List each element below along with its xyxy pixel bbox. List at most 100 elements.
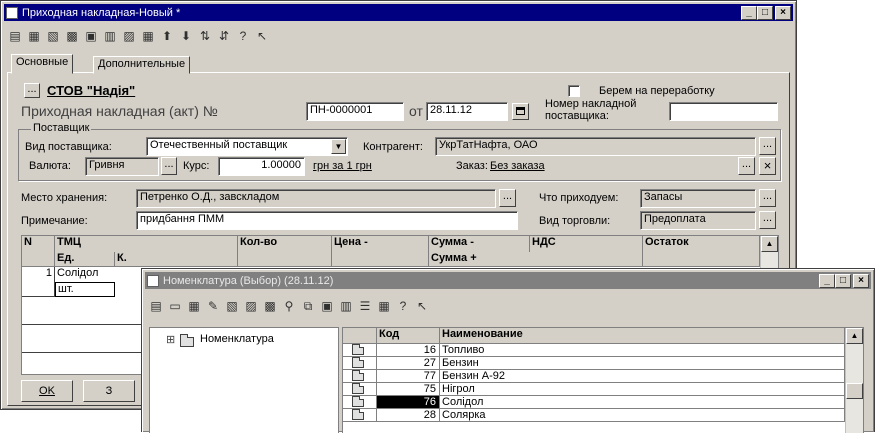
trade-field[interactable]: Предоплата [640,211,756,230]
list-item[interactable]: 16 Топливо [343,344,845,357]
col-price-header[interactable]: Цена - [332,236,429,267]
hierarchy-icon[interactable]: ▥ [338,298,354,314]
move-item-icon[interactable]: ▩ [262,298,278,314]
list-icon[interactable]: ▦ [376,298,392,314]
nomen-minimize-button[interactable]: _ [819,273,835,288]
nomen-scroll-up-icon[interactable]: ▲ [846,328,863,344]
col-sum-plus-header[interactable]: Сумма + [429,252,643,267]
minimize-button[interactable]: _ [741,5,757,20]
new-item-icon[interactable]: ▤ [148,298,164,314]
col-tmc-header[interactable]: ТМЦ [55,236,238,252]
copy-icon[interactable]: ⧉ [300,298,316,314]
list-item[interactable]: 75 Нігрол [343,383,845,396]
rate-unit-link[interactable]: грн за 1 грн [313,160,372,172]
currency-select-button[interactable]: ... [161,157,177,175]
code-col-header[interactable]: Код [377,328,440,344]
new-group-icon[interactable]: ▭ [167,298,183,314]
row-1-n[interactable]: 1 [22,267,55,297]
trade-select-button[interactable]: ... [759,211,776,229]
nomenclature-list[interactable]: Код Наименование ▲ 16 Топливо 27 Бензин 77 Бе… [342,327,864,433]
list-item[interactable]: 28 Солярка [343,409,845,422]
col-qty-header[interactable]: Кол-во [238,236,332,267]
nomenclature-tree[interactable]: ⊞ Номенклатура [149,327,339,433]
incoming-select-button[interactable]: ... [759,189,776,207]
contractor-select-button[interactable]: ... [759,137,776,155]
scroll-up-icon[interactable]: ▲ [761,236,778,252]
col-vat-header[interactable]: НДС [530,236,643,252]
currency-field[interactable]: Гривня [85,157,159,176]
sort-asc-icon[interactable]: ⇅ [197,28,213,44]
nomen-context-help-icon[interactable]: ↖ [414,298,430,314]
rate-field[interactable]: 1.00000 [218,157,305,176]
print-icon[interactable]: ▣ [319,298,335,314]
tab-main[interactable]: Основные [11,54,74,74]
nomenclature-titlebar[interactable]: Номенклатура (Выбор) (28.11.12) _ □ × [145,272,871,289]
order-clear-button[interactable]: × [759,157,776,175]
nomen-maximize-button[interactable]: □ [835,273,851,288]
nomen-scroll-thumb[interactable] [846,383,863,399]
supplier-type-select[interactable]: Отечественный поставщик ▼ [146,137,348,156]
row-copy-icon[interactable]: ▨ [121,28,137,44]
row-delete-icon[interactable]: ▦ [140,28,156,44]
doc-edit-icon[interactable]: ▧ [45,28,61,44]
supplier-invoice-field[interactable] [669,102,778,121]
nomen-scrollbar[interactable]: ▲ [845,328,863,433]
list-item[interactable]: 27 Бензин [343,357,845,370]
doc-new-icon[interactable]: ▤ [7,28,23,44]
list-item[interactable]: 77 Бензин А-92 [343,370,845,383]
date-field[interactable]: 28.11.12 [426,102,508,121]
list-item[interactable]: 76 Солідол [343,396,845,409]
doc-copy-icon[interactable]: ▦ [26,28,42,44]
copy-item-icon[interactable]: ▦ [186,298,202,314]
arrow-up-icon[interactable]: ⬆ [159,28,175,44]
nomen-help-icon[interactable]: ? [395,298,411,314]
close-button[interactable]: × [775,5,791,20]
col-n-header[interactable]: N [22,236,55,267]
order-select-button[interactable]: ... [738,157,755,175]
calendar-button[interactable] [512,103,529,120]
row-name: Топливо [440,344,845,357]
col-sum-minus-header[interactable]: Сумма - [429,236,530,252]
row-name: Бензин [440,357,845,370]
storage-select-button[interactable]: ... [499,189,516,207]
nomen-close-button[interactable]: × [853,273,869,288]
col-rest-header[interactable]: Остаток [643,236,760,267]
org-select-button[interactable]: ... [24,83,40,98]
rework-checkbox[interactable] [568,85,580,97]
doc-number-field[interactable]: ПН-0000001 [306,102,404,121]
row-add-icon[interactable]: ▥ [102,28,118,44]
chevron-down-icon[interactable]: ▼ [331,139,346,154]
folder-icon [352,370,364,381]
maximize-button[interactable]: □ [757,5,773,20]
icon-col-header[interactable] [343,328,377,344]
contractor-field[interactable]: УкрТатНафта, ОАО [435,137,756,156]
help-icon[interactable]: ? [235,28,251,44]
storage-field[interactable]: Петренко О.Д., завскладом [136,189,496,208]
tree-expand-icon[interactable]: ⊞ [166,333,175,346]
tree-root-label[interactable]: Номенклатура [200,333,274,345]
ok-button[interactable]: OK [21,380,73,402]
col-unit-header[interactable]: Ед. [55,252,115,267]
filter-icon[interactable]: ⚲ [281,298,297,314]
supplier-group-label: Поставщик [31,122,92,134]
secondary-button[interactable]: З [83,380,135,402]
col-k-header[interactable]: К. [115,252,238,267]
context-help-icon[interactable]: ↖ [254,28,270,44]
doc-delete-icon[interactable]: ▩ [64,28,80,44]
invoice-titlebar[interactable]: Приходная накладная-Новый * _ □ × [4,4,793,21]
row-1-unit[interactable]: шт. [55,282,115,297]
name-col-header[interactable]: Наименование [440,328,845,344]
order-link[interactable]: Без заказа [490,160,545,172]
org-name-link[interactable]: СТОВ "Надія" [47,83,135,98]
edit-item-icon[interactable]: ✎ [205,298,221,314]
tab-additional[interactable]: Дополнительные [93,56,191,74]
contractor-label: Контрагент: [363,141,423,153]
note-field[interactable]: придбання ПММ [136,211,518,230]
mark-delete-icon[interactable]: ▨ [243,298,259,314]
sort-desc-icon[interactable]: ⇵ [216,28,232,44]
arrow-down-icon[interactable]: ⬇ [178,28,194,44]
delete-item-icon[interactable]: ▧ [224,298,240,314]
doc-view-icon[interactable]: ▣ [83,28,99,44]
tree-icon[interactable]: ☰ [357,298,373,314]
incoming-field[interactable]: Запасы [640,189,756,208]
